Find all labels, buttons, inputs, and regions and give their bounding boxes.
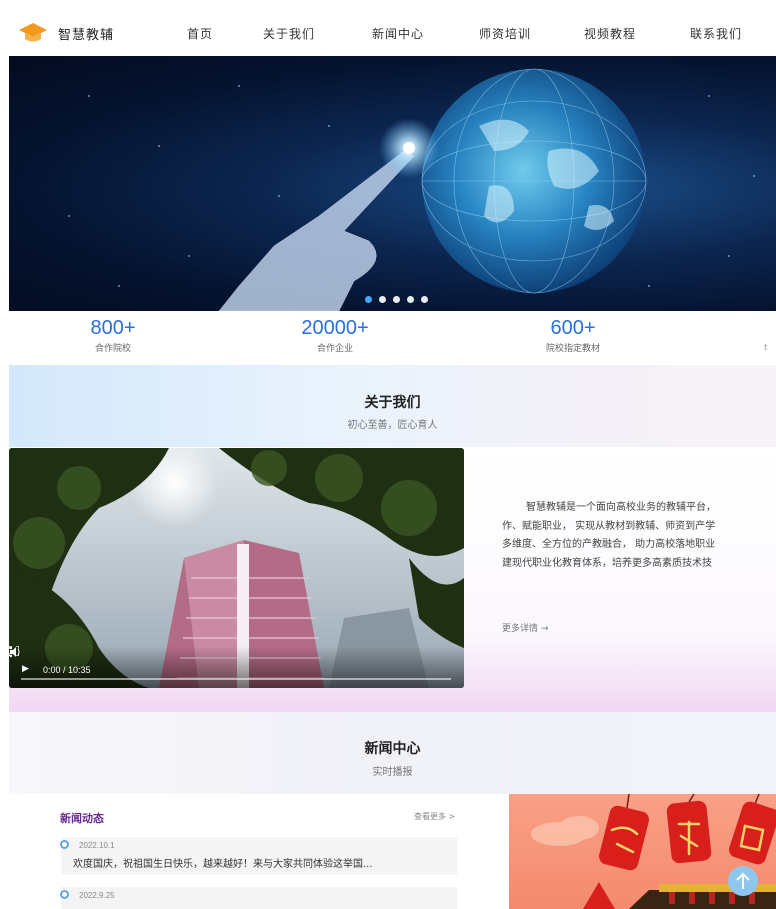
about-video-player[interactable]: ▶ 0:00 / 10:35 — [9, 448, 464, 688]
stat-edge-glyph: t — [764, 343, 768, 353]
news-date: 2022.9.25 — [79, 891, 115, 900]
nav-about[interactable]: 关于我们 — [263, 25, 315, 42]
about-text-line: 作、赋能职业， 实现从教材到教辅、师资到产学 — [502, 520, 716, 532]
site-header: 智慧教辅 首页 关于我们 新闻中心 师资培训 视频教程 联系我们 — [0, 0, 776, 56]
stats-bar: 800+ 合作院校 20000+ 合作企业 600+ 院校指定教材 t — [0, 313, 776, 365]
news-item[interactable]: 2022.10.1 欢度国庆，祝祖国生日快乐，越来越好！来与大家共同体验这举国.… — [60, 837, 457, 875]
section-subtitle: 初心至善，匠心育人 — [347, 420, 438, 431]
play-icon[interactable]: ▶ — [22, 664, 29, 674]
about-section-body: ▶ 0:00 / 10:35 智慧教辅是一个面向高校业务的教辅平台， 作、赋能职… — [9, 447, 776, 712]
news-block-title: 新闻动态 — [60, 812, 104, 825]
carousel-dot[interactable] — [365, 296, 372, 303]
hero-banner-image — [68, 68, 755, 311]
about-section-header: 关于我们 初心至善，匠心育人 — [9, 365, 776, 447]
stat-value: 20000+ — [301, 317, 369, 339]
video-progress-bar[interactable] — [21, 678, 451, 680]
news-title: 欢度国庆，祝祖国生日快乐，越来越好！来与大家共同体验这举国... — [73, 859, 373, 870]
about-text-line: 建现代职业化教育体系，培养更多高素质技术技 — [502, 557, 712, 569]
stat-value: 800+ — [90, 317, 136, 339]
stat-label: 合作院校 — [94, 344, 131, 354]
stat-partner-companies: 20000+ 合作企业 — [265, 317, 405, 354]
nav-news[interactable]: 新闻中心 — [372, 25, 424, 42]
timeline-dot-icon — [60, 890, 69, 899]
hero-carousel[interactable] — [9, 56, 776, 311]
section-title: 关于我们 — [364, 395, 421, 411]
back-to-top-button[interactable] — [728, 866, 758, 896]
arrow-up-icon — [736, 872, 750, 889]
news-more-link[interactable]: 查看更多 > — [414, 811, 455, 822]
section-title: 新闻中心 — [364, 741, 421, 757]
stat-partner-schools: 800+ 合作院校 — [43, 317, 183, 354]
carousel-dot[interactable] — [379, 296, 386, 303]
stat-designated-textbooks: 600+ 院校指定教材 — [503, 317, 643, 354]
stat-label: 合作企业 — [316, 344, 353, 354]
stat-label: 院校指定教材 — [545, 344, 600, 354]
about-text-line: 智慧教辅是一个面向高校业务的教辅平台， — [526, 502, 716, 513]
nav-video-tutorials[interactable]: 视频教程 — [584, 25, 636, 42]
section-subtitle: 实时播报 — [372, 767, 413, 778]
video-controls: ▶ 0:00 / 10:35 — [9, 646, 464, 688]
news-section-header: 新闻中心 实时播报 — [9, 712, 776, 794]
about-text-line: 多维度、全方位的产教融合， 助力高校落地职业 — [502, 539, 716, 550]
about-description: 智慧教辅是一个面向高校业务的教辅平台， 作、赋能职业， 实现从教材到教辅、师资到… — [502, 499, 776, 573]
carousel-dot[interactable] — [407, 296, 414, 303]
carousel-dot[interactable] — [421, 296, 428, 303]
nav-teacher-training[interactable]: 师资培训 — [479, 25, 531, 42]
nav-home[interactable]: 首页 — [187, 25, 213, 42]
main-nav: 首页 关于我们 新闻中心 师资培训 视频教程 联系我们 — [0, 25, 776, 45]
nav-contact[interactable]: 联系我们 — [690, 25, 742, 42]
stat-value: 600+ — [550, 317, 596, 339]
news-date: 2022.10.1 — [79, 841, 115, 850]
more-options-icon[interactable] — [9, 646, 13, 658]
about-more-link[interactable]: 更多详情 → — [502, 621, 548, 634]
carousel-indicators — [365, 296, 428, 303]
news-list-panel: 新闻动态 查看更多 > 2022.10.1 欢度国庆，祝祖国生日快乐，越来越好！… — [9, 794, 509, 909]
timeline-dot-icon — [60, 840, 69, 849]
video-time: 0:00 / 10:35 — [43, 665, 91, 675]
carousel-dot[interactable] — [393, 296, 400, 303]
news-item[interactable]: 2022.9.25 — [60, 887, 457, 909]
